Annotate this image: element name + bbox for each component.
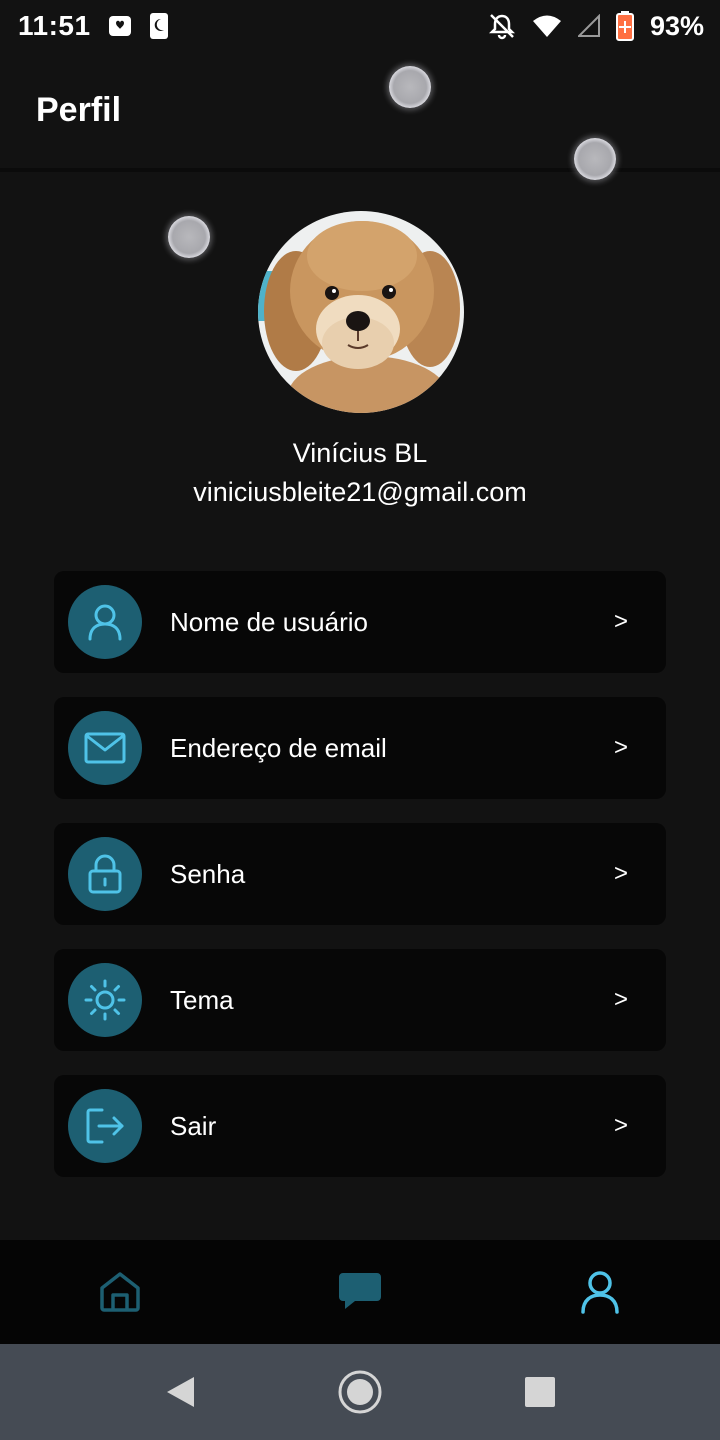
signal-icon: [577, 14, 600, 38]
notifications-off-icon: [488, 12, 516, 40]
touch-indicator: [168, 216, 210, 258]
battery-icon: [615, 11, 634, 41]
chevron-right-icon: >: [613, 734, 628, 761]
menu-item-password[interactable]: Senha >: [54, 823, 666, 925]
moon-icon: [149, 12, 169, 40]
back-triangle-icon: [167, 1377, 194, 1407]
sun-icon: [68, 963, 142, 1037]
menu-item-label: Nome de usuário: [170, 606, 368, 637]
bottom-nav: [0, 1240, 720, 1344]
wifi-icon: [532, 14, 562, 38]
logout-icon: [68, 1089, 142, 1163]
chevron-right-icon: >: [613, 1112, 628, 1139]
home-icon: [100, 1272, 140, 1312]
status-time: 11:51: [18, 10, 91, 41]
profile-name: Vinícius BL: [292, 438, 428, 468]
system-nav-bar: [0, 1344, 720, 1440]
touch-indicator: [574, 138, 616, 180]
profile-email: viniciusbleite21@gmail.com: [193, 477, 527, 507]
menu-item-email[interactable]: Endereço de email >: [54, 697, 666, 799]
mail-icon: [68, 711, 142, 785]
page-title: Perfil: [36, 90, 122, 129]
menu-item-theme[interactable]: Tema >: [54, 949, 666, 1051]
status-bar: 11:51 93%: [0, 0, 720, 52]
menu-item-label: Sair: [170, 1110, 217, 1141]
menu-item-label: Senha: [170, 858, 246, 889]
nav-home-button[interactable]: [60, 1252, 180, 1332]
chevron-right-icon: >: [613, 860, 628, 887]
settings-menu: Nome de usuário > Endereço de email > Se…: [54, 571, 666, 1201]
alarm-icon: [107, 13, 133, 39]
user-icon: [68, 585, 142, 659]
home-system-button[interactable]: [330, 1362, 390, 1422]
nav-profile-button[interactable]: [540, 1252, 660, 1332]
nav-chat-button[interactable]: [300, 1252, 420, 1332]
chevron-right-icon: >: [613, 608, 628, 635]
recents-square-icon: [525, 1377, 555, 1407]
menu-item-logout[interactable]: Sair >: [54, 1075, 666, 1177]
recents-button[interactable]: [510, 1362, 570, 1422]
touch-indicator: [389, 66, 431, 108]
status-left: 11:51: [18, 10, 169, 42]
avatar[interactable]: [258, 211, 464, 413]
battery-percent: 93%: [649, 10, 704, 41]
home-circle-icon: [338, 1370, 382, 1414]
chat-icon: [339, 1273, 381, 1309]
menu-item-label: Endereço de email: [170, 732, 387, 763]
menu-item-username[interactable]: Nome de usuário >: [54, 571, 666, 673]
profile-icon: [581, 1271, 619, 1314]
dog-photo: [258, 211, 464, 413]
lock-icon: [68, 837, 142, 911]
chevron-right-icon: >: [613, 986, 628, 1013]
back-button[interactable]: [150, 1362, 210, 1422]
menu-item-label: Tema: [170, 984, 234, 1015]
status-right: 93%: [488, 11, 704, 42]
